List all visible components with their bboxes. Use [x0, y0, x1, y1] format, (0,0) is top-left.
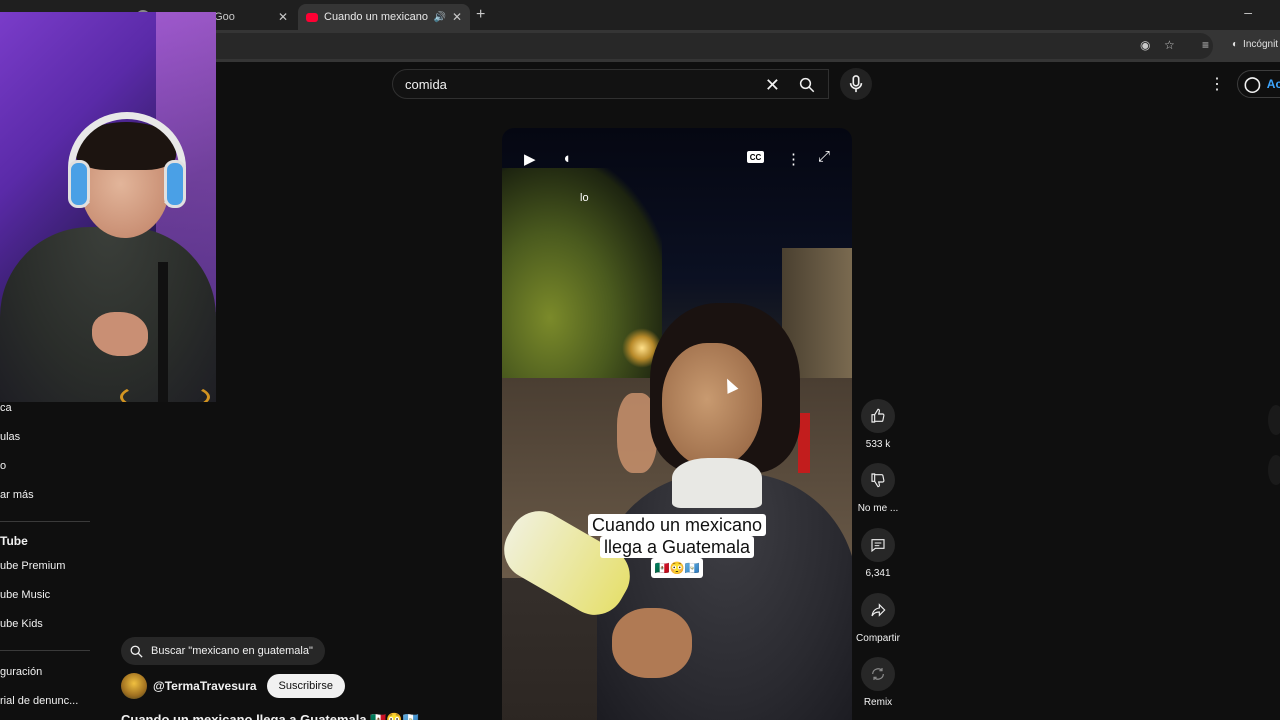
search-input[interactable] — [405, 76, 755, 92]
subscribe-button[interactable]: Suscribirse — [266, 674, 345, 698]
streamer-webcam-overlay — [0, 12, 216, 402]
search-icon — [130, 645, 143, 658]
fullscreen-icon[interactable]: ⤢ — [818, 148, 830, 165]
woman-face — [662, 343, 762, 468]
comments-button[interactable]: 6,341 — [855, 528, 901, 579]
incognito-label: Incógnit — [1243, 39, 1279, 50]
search-button[interactable] — [790, 73, 824, 97]
bookmark-star-icon[interactable]: ☆ — [1164, 38, 1175, 52]
sign-in-label: Ac — [1266, 77, 1280, 91]
headphone-cup-left — [68, 160, 90, 208]
share-button[interactable]: Compartir — [855, 593, 901, 644]
caption-line-1: Cuando un mexicano — [587, 514, 767, 536]
like-count: 533 k — [865, 439, 891, 450]
woman-collar — [672, 458, 762, 508]
address-bar[interactable] — [205, 33, 1213, 59]
caption-line-2: llega a Guatemala — [599, 536, 755, 558]
sidebar-divider — [0, 650, 90, 651]
clear-search-icon[interactable]: ✕ — [765, 75, 780, 96]
thumbs-down-icon — [861, 463, 895, 497]
volume-icon[interactable]: ◖ — [562, 150, 571, 167]
browser-tab-youtube-active[interactable]: Cuando un mexicano llega 🔊 ✕ — [298, 4, 470, 30]
previous-video-button[interactable] — [1268, 455, 1280, 485]
dislike-button[interactable]: No me ... — [855, 463, 901, 514]
woman-hand — [612, 608, 692, 678]
channel-avatar[interactable] — [121, 673, 147, 699]
video-title[interactable]: Cuando un mexicano llega a Guatemala 🇲🇽😳… — [121, 712, 419, 720]
sidebar-item[interactable]: ulas — [0, 431, 20, 443]
remix-button[interactable]: Remix — [855, 657, 901, 708]
sidebar-item-youtube-kids[interactable]: ube Kids — [0, 618, 43, 630]
incognito-icon: ◐ — [1232, 39, 1239, 50]
sidebar-item-settings[interactable]: guración — [0, 666, 42, 678]
incognito-indicator[interactable]: ◐ Incógnit — [1232, 39, 1278, 50]
headphone-cup-right — [164, 160, 186, 208]
sign-in-button[interactable]: ◯ Ac — [1237, 70, 1280, 98]
microphone-stand — [158, 262, 168, 402]
streamer-hand — [92, 312, 148, 356]
sidebar-item-report-history[interactable]: rial de denunc... — [0, 695, 78, 707]
woman-coat — [597, 473, 852, 720]
comment-icon — [861, 528, 895, 562]
suggested-search-chip[interactable]: Buscar "mexicano en guatemala" — [121, 637, 325, 665]
search-box: ✕ — [392, 69, 829, 99]
eye-off-icon[interactable]: ◉ — [1140, 38, 1150, 52]
next-video-button[interactable] — [1268, 405, 1280, 435]
sidebar-divider — [0, 521, 90, 522]
minimize-window-icon[interactable]: – — [1244, 4, 1252, 20]
new-tab-button[interactable]: + — [476, 6, 485, 24]
captions-icon[interactable]: CC — [747, 151, 764, 163]
tab-label: Cuando un mexicano llega — [324, 11, 429, 23]
subtitle-text: lo — [580, 192, 589, 204]
thumbs-up-icon — [861, 399, 895, 433]
play-icon[interactable]: ▶ — [524, 150, 536, 168]
audio-playing-icon[interactable]: 🔊 — [433, 12, 445, 23]
caption-emojis: 🇲🇽😳🇬🇹 — [650, 558, 704, 578]
video-text-overlay: Cuando un mexicano llega a Guatemala 🇲🇽😳… — [574, 514, 780, 578]
settings-menu-icon[interactable]: ⋮ — [1209, 74, 1225, 94]
search-icon — [799, 77, 815, 93]
channel-info: @TermaTravesura Suscribirse — [121, 673, 345, 699]
sidebar-item-youtube-music[interactable]: ube Music — [0, 589, 50, 601]
shorts-video-player[interactable]: ▶ ◖ CC ⋮ ⤢ lo Cuando un mexicano llega a… — [502, 128, 852, 720]
share-icon — [861, 593, 895, 627]
sidebar-item[interactable]: ca — [0, 402, 12, 414]
microphone-icon — [849, 75, 863, 93]
dislike-label: No me ... — [857, 503, 899, 514]
voice-search-button[interactable] — [840, 68, 872, 100]
channel-handle[interactable]: @TermaTravesura — [153, 679, 257, 693]
sidebar-item-youtube-premium[interactable]: ube Premium — [0, 560, 65, 572]
remix-icon — [861, 657, 895, 691]
sidebar-item-show-more[interactable]: ar más — [0, 489, 34, 501]
more-options-icon[interactable]: ⋮ — [786, 150, 801, 168]
sidebar-section-title: Tube — [0, 534, 28, 548]
suggested-search-label: Buscar "mexicano en guatemala" — [151, 645, 313, 657]
sidebar-item[interactable]: o — [0, 460, 6, 472]
close-tab-icon[interactable]: ✕ — [278, 10, 288, 24]
remix-label: Remix — [863, 697, 893, 708]
close-tab-icon[interactable]: ✕ — [452, 10, 462, 24]
youtube-favicon-icon — [306, 12, 318, 22]
share-label: Compartir — [856, 633, 900, 644]
account-icon: ◯ — [1244, 76, 1261, 93]
like-button[interactable]: 533 k — [855, 399, 901, 450]
media-controls-icon[interactable]: ≡ — [1202, 38, 1209, 52]
comments-count: 6,341 — [865, 568, 891, 579]
